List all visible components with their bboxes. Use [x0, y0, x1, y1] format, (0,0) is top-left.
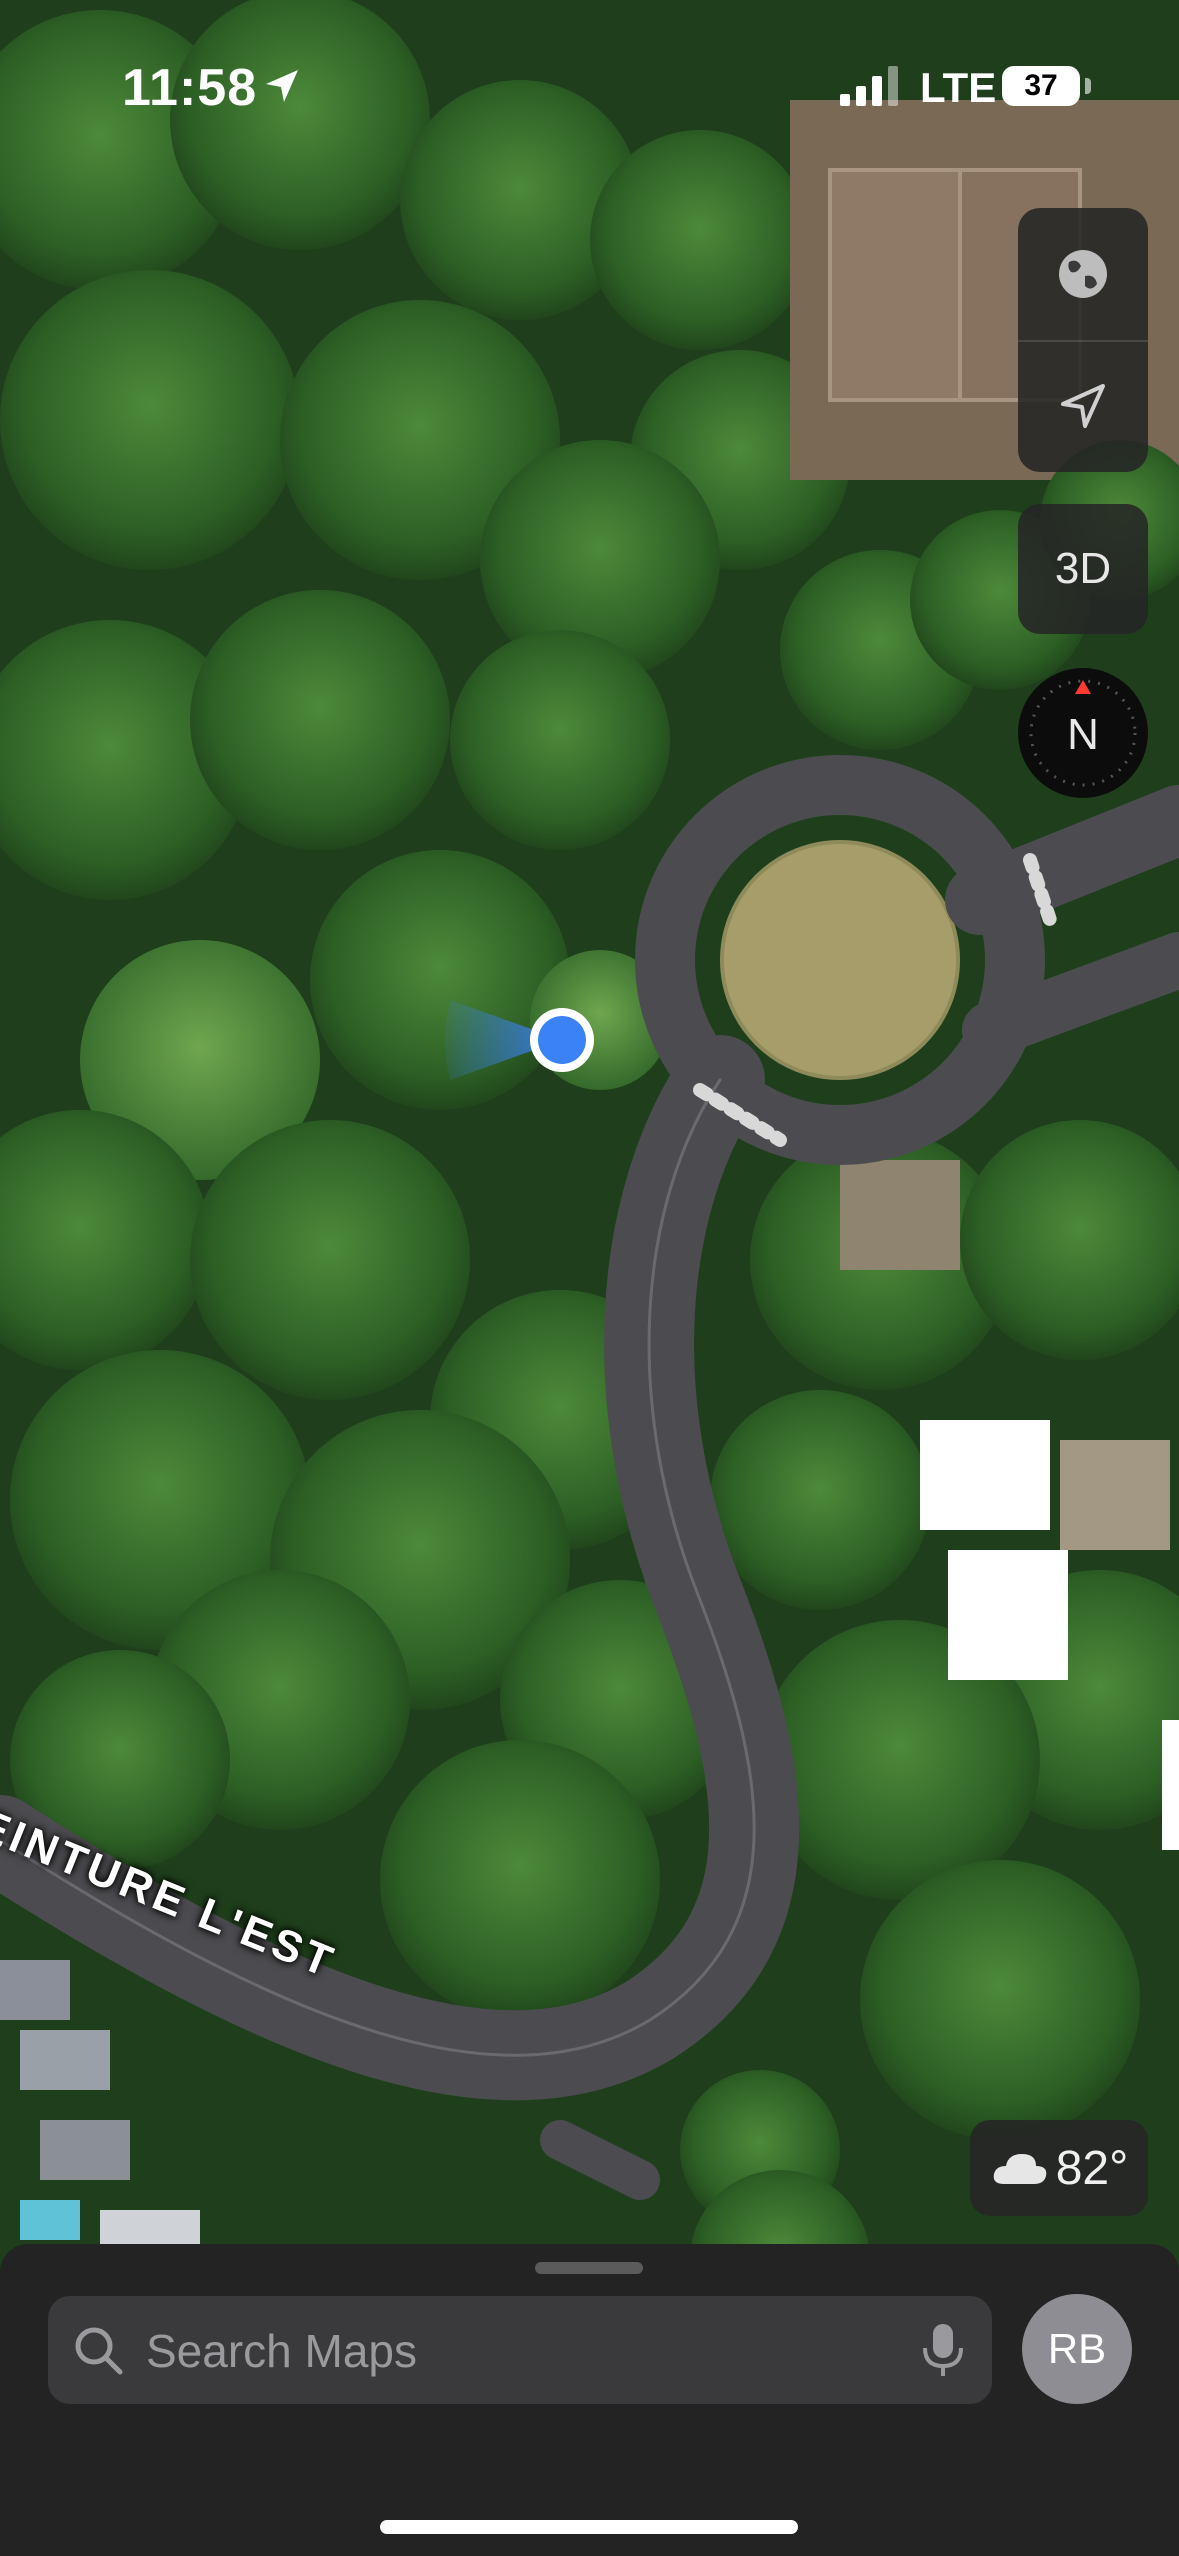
home-indicator[interactable] [380, 2520, 798, 2534]
cellular-signal-icon [840, 66, 898, 106]
track-location-button[interactable] [1018, 340, 1148, 472]
location-services-icon [266, 70, 298, 102]
map-controls [1018, 208, 1148, 472]
battery-indicator: 37 [1002, 66, 1080, 106]
3d-view-button[interactable]: 3D [1018, 504, 1148, 634]
search-icon [75, 2327, 123, 2375]
sheet-grabber[interactable] [535, 2262, 643, 2274]
battery-tip [1085, 78, 1091, 94]
search-bar[interactable] [48, 2296, 992, 2406]
cloud-icon [993, 2154, 1046, 2184]
location-arrow-icon [1061, 384, 1105, 428]
weather-badge[interactable]: 82° [970, 2120, 1148, 2216]
compass-button[interactable]: N [1018, 668, 1148, 798]
status-bar: 11:58 LTE 37 [0, 0, 1179, 150]
map-mode-button[interactable] [1018, 208, 1148, 342]
compass-north-label: N [1067, 710, 1099, 759]
status-time: 11:58 [122, 59, 258, 117]
profile-avatar[interactable]: RB [1022, 2294, 1132, 2404]
globe-icon [1059, 250, 1107, 298]
weather-temperature: 82° [1055, 2141, 1129, 2195]
microphone-icon[interactable] [918, 2320, 968, 2380]
network-type: LTE [920, 64, 997, 111]
bottom-sheet: RB [0, 2244, 1179, 2556]
search-input[interactable] [144, 2296, 908, 2406]
